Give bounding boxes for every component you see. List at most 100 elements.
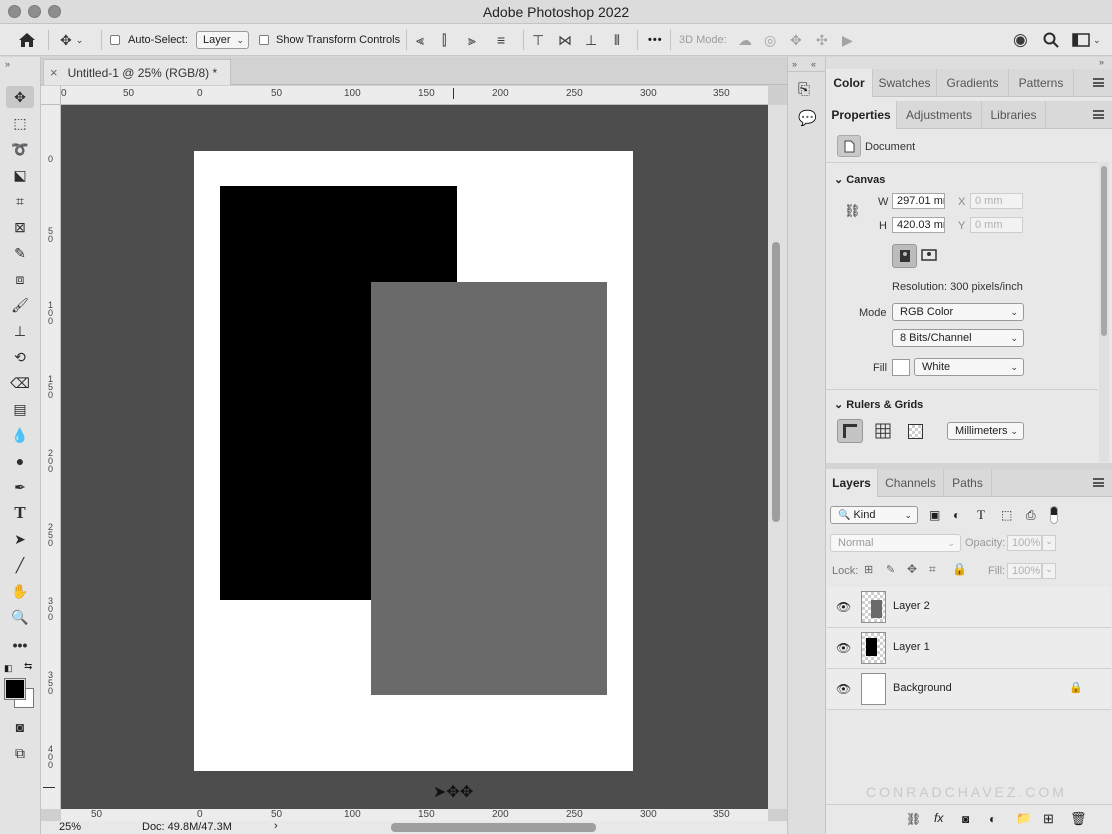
opacity-field[interactable]: 100%: [1007, 535, 1042, 551]
line-tool-icon[interactable]: ╱: [6, 554, 34, 576]
panel-menu-icon[interactable]: [1093, 110, 1104, 119]
3d-scale-icon[interactable]: ▶: [842, 24, 853, 56]
align-center-icon[interactable]: ⫿: [442, 24, 446, 56]
swap-colors-icon[interactable]: ⇆: [24, 661, 32, 672]
visibility-eye-icon[interactable]: 👁: [836, 682, 851, 696]
filter-type-icon[interactable]: T: [977, 507, 985, 523]
visibility-eye-icon[interactable]: 👁: [836, 600, 851, 614]
filter-kind-dropdown[interactable]: 🔍 Kind ⌄: [830, 506, 918, 524]
zoom-tool-icon[interactable]: 🔍: [6, 606, 34, 628]
status-menu-arrow[interactable]: ›: [274, 820, 278, 832]
show-transform-checkbox[interactable]: [259, 24, 269, 56]
vertical-scrollbar[interactable]: [768, 105, 787, 809]
auto-select-checkbox[interactable]: [110, 24, 120, 56]
filter-toggle[interactable]: [1050, 506, 1058, 524]
grid-toggle-icon[interactable]: [875, 423, 891, 442]
canvas-section-toggle[interactable]: ⌄ Canvas: [834, 173, 885, 186]
align-middle-icon[interactable]: ⋈: [558, 24, 572, 56]
horizontal-scroll-thumb[interactable]: [391, 823, 596, 832]
default-colors-icon[interactable]: ◧: [4, 663, 13, 674]
collapse-dock-icon[interactable]: «: [811, 59, 816, 69]
tab-paths[interactable]: Paths: [944, 469, 992, 497]
new-layer-icon[interactable]: ⊞: [1043, 811, 1054, 827]
panel-menu-icon[interactable]: [1093, 78, 1104, 87]
add-mask-icon[interactable]: ◙: [962, 812, 969, 826]
canvas-x-field[interactable]: 0 mm: [970, 193, 1023, 209]
blur-tool-icon[interactable]: 💧: [6, 424, 34, 446]
tab-channels[interactable]: Channels: [878, 469, 944, 497]
canvas-document[interactable]: [194, 151, 633, 771]
move-tool-icon[interactable]: ✥: [6, 86, 34, 108]
3d-slide-icon[interactable]: ✣: [816, 24, 828, 56]
eyedropper-tool-icon[interactable]: ✎: [6, 242, 34, 264]
lock-artboard-icon[interactable]: ⌗: [929, 562, 936, 577]
portrait-orientation-icon[interactable]: [892, 244, 917, 268]
healing-brush-tool-icon[interactable]: ⧈: [6, 268, 34, 290]
fill-dropdown-arrow[interactable]: ⌄: [1042, 563, 1056, 579]
distribute-vertical-icon[interactable]: ⫴: [614, 24, 620, 56]
search-icon[interactable]: [1043, 24, 1059, 56]
hand-tool-icon[interactable]: ✋: [6, 580, 34, 602]
canvas-width-field[interactable]: 297.01 mm: [892, 193, 945, 209]
dodge-tool-icon[interactable]: ●: [6, 450, 34, 472]
tab-libraries[interactable]: Libraries: [982, 101, 1046, 129]
lock-transparent-icon[interactable]: ⊞: [864, 563, 873, 576]
vertical-scroll-thumb[interactable]: [772, 242, 780, 522]
transparency-grid-icon[interactable]: [908, 424, 923, 439]
3d-orbit-icon[interactable]: ☁: [738, 24, 752, 56]
lock-position-icon[interactable]: ✥: [907, 562, 917, 576]
layer-row-layer-1[interactable]: 👁 Layer 1: [827, 628, 1111, 669]
delete-layer-icon[interactable]: 🗑: [1070, 811, 1087, 827]
3d-roll-icon[interactable]: ◎: [764, 24, 776, 56]
opacity-dropdown-arrow[interactable]: ⌄: [1042, 535, 1056, 551]
canvas-height-field[interactable]: 420.03 mm: [892, 217, 945, 233]
canvas-y-field[interactable]: 0 mm: [970, 217, 1023, 233]
adjustment-layer-icon[interactable]: ◐: [989, 812, 996, 826]
home-icon[interactable]: [18, 24, 36, 56]
more-options-button[interactable]: •••: [648, 24, 663, 56]
layer-2-gray-rectangle[interactable]: [371, 282, 607, 695]
layer-row-background[interactable]: 👁 Background 🔒: [827, 669, 1111, 710]
tab-layers[interactable]: Layers: [826, 469, 878, 497]
align-bottom-icon[interactable]: ⊥: [585, 24, 597, 56]
lock-all-icon[interactable]: 🔒: [952, 562, 967, 576]
path-select-tool-icon[interactable]: ➤: [6, 528, 34, 550]
layer-row-layer-2[interactable]: 👁 Layer 2: [827, 587, 1111, 628]
tab-adjustments[interactable]: Adjustments: [897, 101, 982, 129]
rulers-grids-section-toggle[interactable]: ⌄ Rulers & Grids: [834, 398, 923, 411]
marquee-tool-icon[interactable]: ⬚: [6, 112, 34, 134]
landscape-orientation-icon[interactable]: [921, 249, 937, 264]
lasso-tool-icon[interactable]: ➰: [6, 138, 34, 160]
edit-toolbar-icon[interactable]: •••: [6, 634, 34, 656]
link-dimensions-icon[interactable]: ⛓: [844, 203, 861, 219]
properties-scrollbar[interactable]: [1099, 162, 1109, 462]
filter-adjustment-icon[interactable]: ◐: [953, 508, 960, 522]
new-group-icon[interactable]: 📁: [1016, 811, 1031, 825]
fill-color-swatch[interactable]: [892, 359, 910, 376]
rulers-toggle-icon[interactable]: [837, 419, 863, 443]
lock-icon[interactable]: 🔒: [1069, 681, 1083, 694]
panel-menu-icon[interactable]: [1093, 478, 1104, 487]
pasteboard[interactable]: ➤✥✥: [61, 105, 768, 809]
align-top-icon[interactable]: ⊤: [532, 24, 544, 56]
document-tab[interactable]: × Untitled-1 @ 25% (RGB/8) *: [43, 59, 231, 85]
pen-tool-icon[interactable]: ✒: [6, 476, 34, 498]
fill-dropdown[interactable]: White ⌄: [914, 358, 1024, 376]
bit-depth-dropdown[interactable]: 8 Bits/Channel ⌄: [892, 329, 1024, 347]
auto-select-dropdown[interactable]: Layer ⌄: [196, 31, 249, 49]
collapse-toolbar-icon[interactable]: »: [5, 59, 10, 69]
stamp-tool-icon[interactable]: ⊥: [6, 320, 34, 342]
type-tool-icon[interactable]: T: [6, 502, 34, 524]
filter-pixel-icon[interactable]: ▣: [929, 508, 940, 522]
tab-patterns[interactable]: Patterns: [1009, 69, 1074, 97]
tab-color[interactable]: Color: [826, 69, 873, 97]
tab-gradients[interactable]: Gradients: [937, 69, 1009, 97]
tab-properties[interactable]: Properties: [826, 101, 897, 129]
layer-fill-field[interactable]: 100%: [1007, 563, 1042, 579]
foreground-color-swatch[interactable]: [4, 678, 26, 700]
zoom-level[interactable]: 25%: [59, 821, 81, 833]
fx-icon[interactable]: fx: [934, 811, 943, 825]
tab-swatches[interactable]: Swatches: [873, 69, 937, 97]
quick-mask-icon[interactable]: ◙: [6, 716, 34, 738]
workspace-icon[interactable]: ⌄: [1072, 24, 1101, 56]
